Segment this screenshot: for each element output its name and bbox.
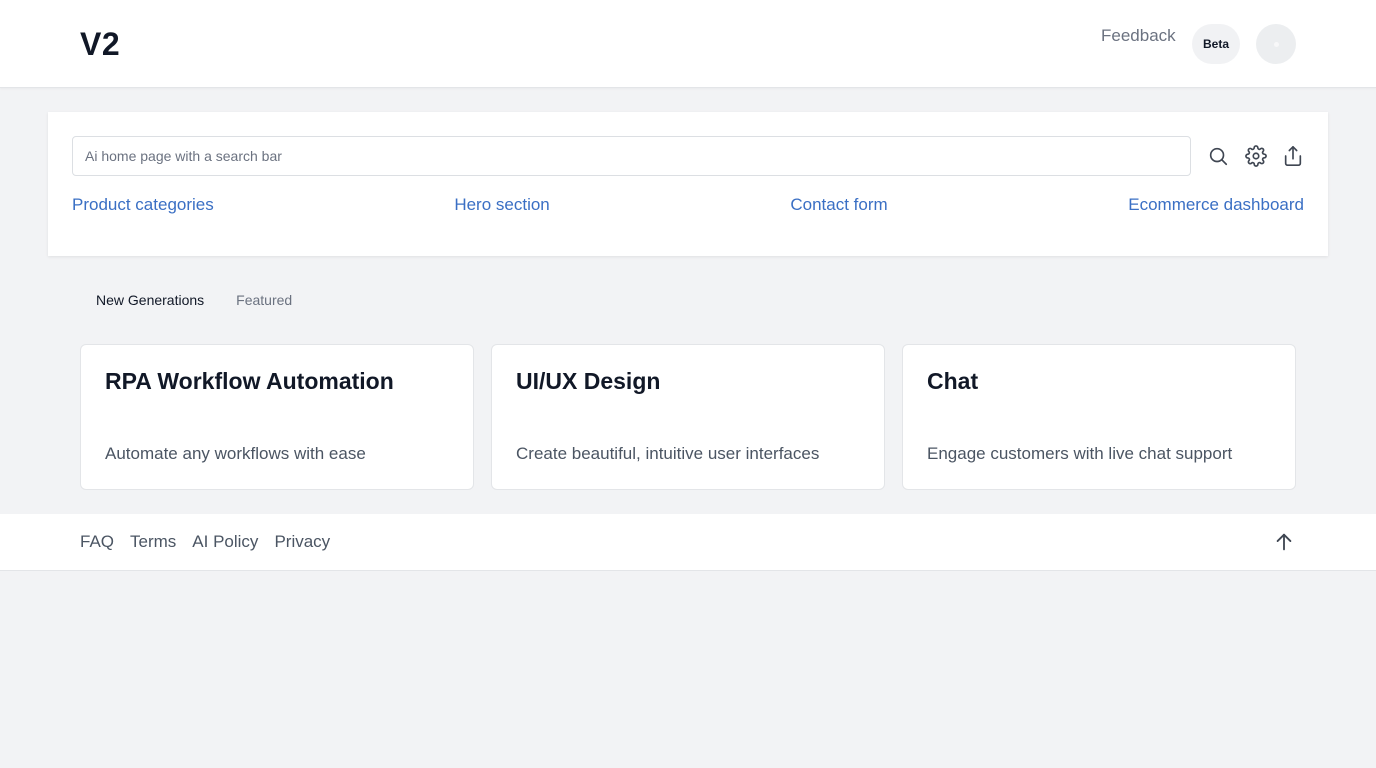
footer-link-privacy[interactable]: Privacy bbox=[274, 532, 330, 552]
card-rpa-workflow[interactable]: RPA Workflow Automation Automate any wor… bbox=[80, 344, 474, 490]
card-chat[interactable]: Chat Engage customers with live chat sup… bbox=[902, 344, 1296, 490]
tab-new-generations[interactable]: New Generations bbox=[80, 292, 220, 308]
footer-link-faq[interactable]: FAQ bbox=[80, 532, 114, 552]
tab-featured[interactable]: Featured bbox=[220, 292, 308, 308]
generation-cards: RPA Workflow Automation Automate any wor… bbox=[80, 344, 1296, 490]
search-panel: Product categories Hero section Contact … bbox=[48, 112, 1328, 256]
suggestion-contact-form[interactable]: Contact form bbox=[790, 195, 887, 215]
suggestion-product-categories[interactable]: Product categories bbox=[72, 195, 214, 215]
generation-tabs: New Generations Featured bbox=[80, 288, 308, 312]
card-title: Chat bbox=[927, 368, 979, 394]
feedback-link[interactable]: Feedback bbox=[1101, 26, 1176, 46]
arrow-up-icon[interactable] bbox=[1272, 530, 1296, 554]
top-bar: V2 Feedback Beta bbox=[0, 0, 1376, 88]
footer: FAQ Terms AI Policy Privacy bbox=[0, 514, 1376, 571]
share-icon[interactable] bbox=[1281, 144, 1305, 168]
card-description: Create beautiful, intuitive user interfa… bbox=[516, 444, 820, 463]
card-description: Automate any workflows with ease bbox=[105, 444, 366, 463]
card-ui-ux-design[interactable]: UI/UX Design Create beautiful, intuitive… bbox=[491, 344, 885, 490]
avatar[interactable] bbox=[1256, 24, 1296, 64]
footer-link-ai-policy[interactable]: AI Policy bbox=[192, 532, 258, 552]
suggestion-ecommerce-dashboard[interactable]: Ecommerce dashboard bbox=[1128, 195, 1304, 215]
app-logo[interactable]: V2 bbox=[80, 26, 120, 63]
card-title: UI/UX Design bbox=[516, 368, 661, 394]
suggestion-links: Product categories Hero section Contact … bbox=[72, 194, 1304, 216]
beta-badge: Beta bbox=[1192, 24, 1240, 64]
footer-links: FAQ Terms AI Policy Privacy bbox=[80, 532, 330, 552]
search-icon[interactable] bbox=[1206, 144, 1230, 168]
search-input[interactable] bbox=[72, 136, 1191, 176]
card-description: Engage customers with live chat support bbox=[927, 444, 1233, 463]
gear-icon[interactable] bbox=[1244, 144, 1268, 168]
suggestion-hero-section[interactable]: Hero section bbox=[454, 195, 549, 215]
avatar-dot bbox=[1273, 41, 1279, 47]
card-title: RPA Workflow Automation bbox=[105, 368, 394, 394]
footer-link-terms[interactable]: Terms bbox=[130, 532, 176, 552]
